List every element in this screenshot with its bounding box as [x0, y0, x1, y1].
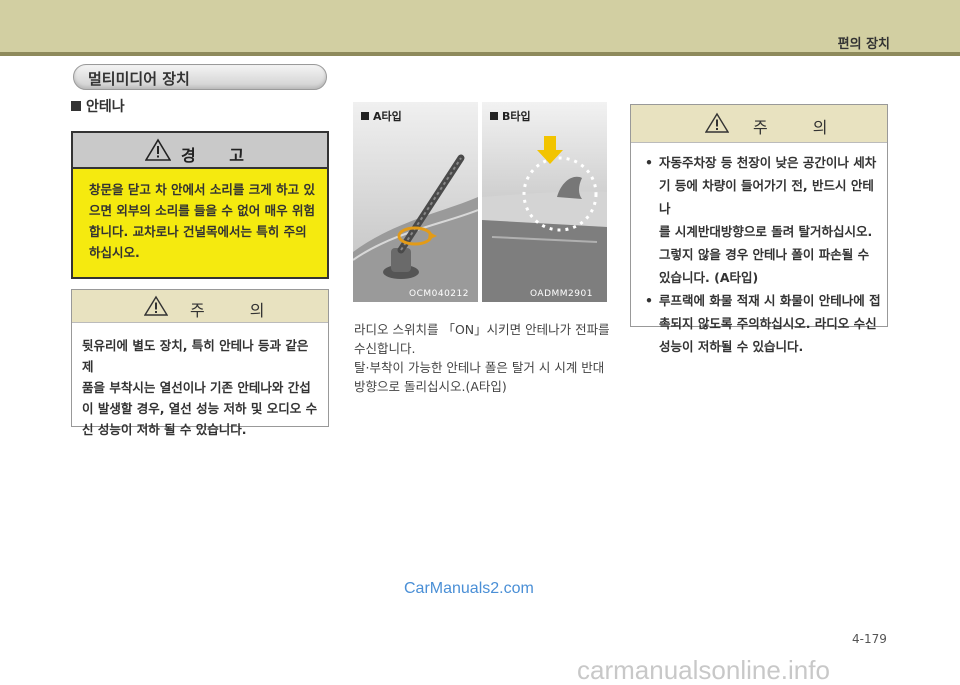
body-line: 라디오 스위치를 「ON」시키면 안테나가 전파를: [354, 322, 610, 337]
caution-line: 루프랙에 화물 적재 시 화물이 안테나에 접: [659, 293, 881, 308]
caution-title: 주 의: [753, 118, 848, 137]
caution-header: 주 의: [631, 105, 887, 143]
warning-triangle-icon: [145, 138, 171, 161]
body-line: 탈·부착이 가능한 안테나 폴은 탈거 시 시계 반대: [354, 360, 605, 375]
warning-header: 경 고: [73, 133, 327, 169]
square-bullet-icon: [490, 112, 498, 120]
warning-line: 합니다. 교차로나 건널목에서는 특히 주의: [89, 224, 307, 239]
warning-text: 창문을 닫고 차 안에서 소리를 크게 하고 있 으면 외부의 소리를 들을 수…: [73, 169, 327, 277]
warning-title: 경 고: [181, 146, 259, 165]
caution-line: 이 발생할 경우, 열선 성능 저하 및 오디오 수: [82, 401, 318, 416]
body-line: 방향으로 돌리십시오.(A타입): [354, 379, 507, 394]
caution-list-item: 루프랙에 화물 적재 시 화물이 안테나에 접 촉되지 않도록 주의하십시오. …: [643, 289, 881, 358]
footer-site-watermark: carmanualsonline.info: [577, 655, 830, 685]
caution-line: 그렇지 않을 경우 안테나 폴이 파손될 수: [659, 247, 870, 262]
antenna-type-b-image: B타입 OADMM2901: [482, 102, 607, 302]
type-a-label: A타입: [361, 108, 402, 124]
section-title: 멀티미디어 장치: [88, 70, 190, 88]
warning-line: 하십시오.: [89, 245, 140, 260]
caution-line: 신 성능이 저하 될 수 있습니다.: [82, 422, 247, 437]
caution-line: 를 시계반대방향으로 돌려 탈거하십시오.: [659, 224, 873, 239]
watermark-link[interactable]: CarManuals2.com: [404, 580, 534, 598]
subsection-title: 안테나: [86, 99, 125, 115]
caution-triangle-icon: [705, 112, 729, 133]
chapter-title: 편의 장치: [837, 37, 890, 52]
caution-triangle-icon: [144, 295, 168, 316]
caution-line: 촉되지 않도록 주의하십시오. 라디오 수신: [659, 316, 877, 331]
header-divider: [0, 52, 960, 56]
antenna-description: 라디오 스위치를 「ON」시키면 안테나가 전파를 수신합니다. 탈·부착이 가…: [354, 320, 616, 396]
page-number: 4-179: [852, 632, 887, 646]
type-b-image-code: OADMM2901: [530, 289, 593, 299]
caution-line: 성능이 저하될 수 있습니다.: [659, 339, 804, 354]
caution-line: 있습니다. (A타입): [659, 270, 759, 285]
caution-list: 자동주차장 등 천장이 낮은 공간이나 세차 기 등에 차량이 들어가기 전, …: [631, 143, 887, 358]
section-title-pill: 멀티미디어 장치: [73, 64, 327, 90]
caution-title: 주 의: [190, 301, 285, 320]
header-band: [0, 0, 960, 55]
type-b-label-text: B타입: [502, 110, 531, 123]
caution-line: 뒷유리에 별도 장치, 특히 안테나 등과 같은 제: [82, 338, 309, 374]
square-bullet-icon: [71, 101, 81, 111]
square-bullet-icon: [361, 112, 369, 120]
caution-header: 주 의: [72, 290, 328, 323]
caution-line: 기 등에 차량이 들어가기 전, 반드시 안테나: [659, 178, 874, 216]
antenna-type-b-illustration: [482, 102, 607, 302]
caution-box-rear-glass: 주 의 뒷유리에 별도 장치, 특히 안테나 등과 같은 제 품을 부착시는 열…: [71, 289, 329, 437]
caution-box-antenna: 주 의 자동주차장 등 천장이 낮은 공간이나 세차 기 등에 차량이 들어가기…: [630, 104, 888, 354]
body-line: 수신합니다.: [354, 341, 416, 356]
caution-line: 자동주차장 등 천장이 낮은 공간이나 세차: [659, 155, 877, 170]
subsection-heading: 안테나: [71, 96, 125, 116]
warning-line: 창문을 닫고 차 안에서 소리를 크게 하고 있: [89, 182, 315, 197]
caution-line: 품을 부착시는 열선이나 기존 안테나와 간섭: [82, 380, 311, 395]
type-a-label-text: A타입: [373, 110, 402, 123]
antenna-type-a-image: A타입 OCM040212: [353, 102, 478, 302]
type-b-label: B타입: [490, 108, 531, 124]
warning-line: 으면 외부의 소리를 들을 수 없어 매우 위험: [89, 203, 315, 218]
caution-text: 뒷유리에 별도 장치, 특히 안테나 등과 같은 제 품을 부착시는 열선이나 …: [72, 323, 328, 440]
caution-list-item: 자동주차장 등 천장이 낮은 공간이나 세차 기 등에 차량이 들어가기 전, …: [643, 151, 881, 289]
type-a-image-code: OCM040212: [409, 289, 469, 299]
warning-box: 경 고 창문을 닫고 차 안에서 소리를 크게 하고 있 으면 외부의 소리를 …: [71, 131, 329, 279]
antenna-type-a-illustration: [353, 102, 478, 302]
